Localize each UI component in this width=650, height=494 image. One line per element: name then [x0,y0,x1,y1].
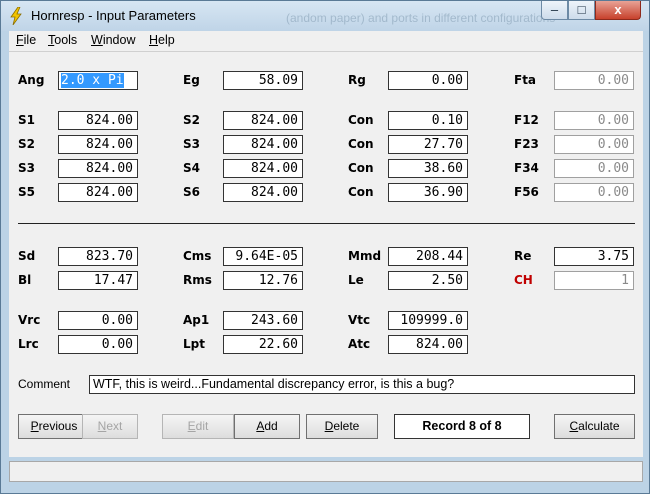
s5-label: S5 [18,185,35,199]
re-label: Re [514,249,532,263]
f56-field[interactable]: 0.00 [554,183,634,202]
s4-field[interactable]: 824.00 [223,159,303,178]
f34-field[interactable]: 0.00 [554,159,634,178]
comment-label: Comment [18,377,71,391]
con3-label: Con [348,161,374,175]
s3-field[interactable]: 824.00 [223,135,303,154]
re-field[interactable]: 3.75 [554,247,634,266]
close-button[interactable]: x [595,1,641,20]
f56-label: F56 [514,185,539,199]
ang-label: Ang [18,73,45,87]
status-bar [9,461,643,482]
mmd-label: Mmd [348,249,382,263]
s3b-label: S3 [18,161,35,175]
rms-field[interactable]: 12.76 [223,271,303,290]
con3-field[interactable]: 38.60 [388,159,468,178]
delete-button[interactable]: Delete [306,414,378,439]
lrc-label: Lrc [18,337,39,351]
s2b-label: S2 [18,137,35,151]
sd-field[interactable]: 823.70 [58,247,138,266]
le-label: Le [348,273,364,287]
comment-field[interactable]: WTF, this is weird...Fundamental discrep… [89,375,635,394]
fta-label: Fta [514,73,537,87]
background-window-title: (andom paper) and ports in different con… [286,11,556,25]
previous-button[interactable]: Previous [18,414,90,439]
mmd-field[interactable]: 208.44 [388,247,468,266]
menu-bar: File Tools Window Help [9,31,643,52]
rg-field[interactable]: 0.00 [388,71,468,90]
atc-label: Atc [348,337,371,351]
input-parameters-panel: Ang 2.0 x Pi Eg 58.09 Rg 0.00 Fta 0.00 S… [9,52,643,482]
menu-file[interactable]: File [16,33,36,47]
atc-field[interactable]: 824.00 [388,335,468,354]
window-title: Hornresp - Input Parameters [31,8,196,23]
con1-label: Con [348,113,374,127]
maximize-button[interactable]: □ [568,1,595,20]
s5-field[interactable]: 824.00 [58,183,138,202]
vrc-label: Vrc [18,313,41,327]
edit-button[interactable]: Edit [162,414,234,439]
fta-field[interactable]: 0.00 [554,71,634,90]
ch-label[interactable]: CH [514,273,533,287]
rg-label: Rg [348,73,366,87]
ap1-field[interactable]: 243.60 [223,311,303,330]
s3b-field[interactable]: 824.00 [58,159,138,178]
vtc-field[interactable]: 109999.0 [388,311,468,330]
lpt-label: Lpt [183,337,205,351]
cms-field[interactable]: 9.64E-05 [223,247,303,266]
eg-field[interactable]: 58.09 [223,71,303,90]
calculate-button[interactable]: Calculate [554,414,635,439]
s1-label: S1 [18,113,35,127]
add-button[interactable]: Add [234,414,300,439]
bl-field[interactable]: 17.47 [58,271,138,290]
con2-label: Con [348,137,374,151]
main-window: Hornresp - Input Parameters (andom paper… [0,0,650,494]
lrc-field[interactable]: 0.00 [58,335,138,354]
s2b-field[interactable]: 824.00 [58,135,138,154]
menu-help[interactable]: Help [149,33,175,47]
s2-field[interactable]: 824.00 [223,111,303,130]
s4-label: S4 [183,161,200,175]
section-divider [18,223,635,224]
vrc-field[interactable]: 0.00 [58,311,138,330]
f23-label: F23 [514,137,539,151]
rms-label: Rms [183,273,212,287]
s2-label: S2 [183,113,200,127]
minimize-button[interactable]: – [541,1,568,20]
cms-label: Cms [183,249,212,263]
s3-label: S3 [183,137,200,151]
f34-label: F34 [514,161,539,175]
s6-label: S6 [183,185,200,199]
f23-field[interactable]: 0.00 [554,135,634,154]
lightning-icon [10,7,22,25]
vtc-label: Vtc [348,313,371,327]
con4-field[interactable]: 36.90 [388,183,468,202]
con4-label: Con [348,185,374,199]
con1-field[interactable]: 0.10 [388,111,468,130]
sd-label: Sd [18,249,36,263]
ap1-label: Ap1 [183,313,210,327]
next-button[interactable]: Next [82,414,138,439]
title-bar[interactable]: Hornresp - Input Parameters (andom paper… [1,1,649,31]
s6-field[interactable]: 824.00 [223,183,303,202]
con2-field[interactable]: 27.70 [388,135,468,154]
s1-field[interactable]: 824.00 [58,111,138,130]
le-field[interactable]: 2.50 [388,271,468,290]
menu-window[interactable]: Window [91,33,135,47]
menu-tools[interactable]: Tools [48,33,77,47]
record-indicator: Record 8 of 8 [394,414,530,439]
ch-field[interactable]: 1 [554,271,634,290]
f12-field[interactable]: 0.00 [554,111,634,130]
ang-field[interactable]: 2.0 x Pi [58,71,138,90]
lpt-field[interactable]: 22.60 [223,335,303,354]
bl-label: Bl [18,273,32,287]
eg-label: Eg [183,73,200,87]
f12-label: F12 [514,113,539,127]
